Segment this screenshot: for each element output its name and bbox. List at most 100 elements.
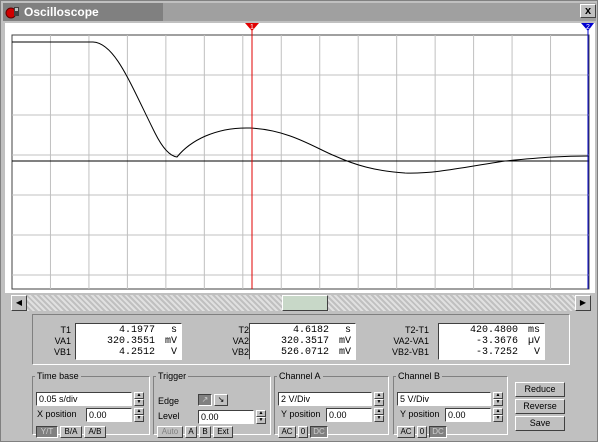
spin-down-icon[interactable]: ▼ [374,399,384,406]
channel-a-ypos-spinner[interactable]: ▲ ▼ [374,408,384,422]
spin-down-icon[interactable]: ▼ [493,399,503,406]
save-button[interactable]: Save [515,416,565,431]
label-va2: VA2 [232,336,249,346]
value-va2-va1: -3.3676 [475,336,518,347]
mode-ba-button[interactable]: B/A [60,426,82,438]
channel-a-ypos-label: Y position [281,409,321,419]
title-bar-right [163,3,596,21]
oscilloscope-app-icon [5,7,19,19]
readout-diff-labels: T2-T1 VA2-VA1 VB2-VB1 [379,325,429,358]
spin-up-icon[interactable]: ▲ [374,392,384,399]
trigger-level-field[interactable]: 0.00 [198,410,254,424]
unit-vb2: mV [338,347,351,358]
title-bar[interactable]: Oscilloscope x [3,3,596,21]
scroll-left-icon[interactable]: ◀ [11,295,27,311]
cursor-1-label: 1 [250,24,254,31]
trigger-level-spinner[interactable]: ▲ ▼ [256,410,266,424]
label-vb1: VB1 [53,347,71,357]
unit-va1: mV [164,336,177,347]
label-vb2-vb1: VB2-VB1 [391,347,429,357]
value-va1: 320.3551 [106,336,155,347]
readout-t2-labels: T2 VA2 VB2 [211,325,249,358]
trigger-group: Trigger Edge ↗ ↘ Level 0.00 ▲ ▼ Auto A B … [153,371,271,438]
channel-a-ypos-field[interactable]: 0.00 [326,408,372,422]
channel-a-scale-spinner[interactable]: ▲ ▼ [374,392,384,406]
time-scrollbar[interactable]: ◀ ▶ [11,295,591,311]
timebase-legend: Time base [37,371,79,381]
cursor-2-label: 2 [586,24,590,31]
value-t2-t1: 420.4800 [469,325,518,336]
value-t2: 4.6182 [292,325,329,336]
readout-diff-values: 420.4800 ms -3.3676 µV -3.7252 V [438,323,545,360]
channel-b-scale-field[interactable]: 5 V/Div [397,392,491,406]
timebase-group: Time base 0.05 s/div ▲ ▼ X position 0.00 … [32,371,150,438]
spin-down-icon[interactable]: ▼ [493,415,503,422]
xposition-spinner[interactable]: ▲ ▼ [134,408,144,422]
channel-b-group: Channel B 5 V/Div ▲ ▼ Y position 0.00 ▲ ▼ … [393,371,508,438]
reverse-button[interactable]: Reverse [515,399,565,414]
scroll-thumb[interactable] [282,295,328,311]
label-t2: T2 [238,325,249,335]
spin-up-icon[interactable]: ▲ [493,408,503,415]
mode-ab-button[interactable]: A/B [84,426,106,438]
channel-a-scale-field[interactable]: 2 V/Div [278,392,372,406]
unit-t1: s [170,325,177,336]
channel-a-ac-button[interactable]: AC [278,426,296,438]
edge-label: Edge [158,396,180,406]
edge-falling-icon[interactable]: ↘ [214,394,228,406]
window-title: Oscilloscope [24,5,99,19]
trigger-a-button[interactable]: A [185,426,197,438]
spin-up-icon[interactable]: ▲ [374,408,384,415]
spin-up-icon[interactable]: ▲ [256,410,266,417]
trigger-ext-button[interactable]: Ext [213,426,233,438]
channel-b-ac-button[interactable]: AC [397,426,415,438]
channel-b-dc-button[interactable]: DC [429,426,447,438]
timebase-scale-field[interactable]: 0.05 s/div [36,392,132,406]
screen-frame [11,34,590,290]
unit-vb1: V [170,347,177,358]
channel-a-group: Channel A 2 V/Div ▲ ▼ Y position 0.00 ▲ ▼ … [274,371,389,438]
trigger-auto-button[interactable]: Auto [157,426,183,438]
spin-down-icon[interactable]: ▼ [134,415,144,422]
readout-t2-values: 4.6182 s 320.3517 mV 526.0712 mV [249,323,356,360]
unit-t2: s [344,325,351,336]
control-panel: Time base 0.05 s/div ▲ ▼ X position 0.00 … [32,371,570,438]
scroll-right-icon[interactable]: ▶ [575,295,591,311]
mode-yt-button[interactable]: Y/T [36,426,58,438]
trigger-legend: Trigger [158,371,187,381]
value-va2: 320.3517 [280,336,329,347]
channel-a-zero-button[interactable]: 0 [298,426,308,438]
value-t1: 4.1977 [118,325,155,336]
close-button[interactable]: x [580,4,596,18]
spin-up-icon[interactable]: ▲ [134,408,144,415]
unit-va2: mV [338,336,351,347]
channel-b-zero-button[interactable]: 0 [417,426,427,438]
spin-up-icon[interactable]: ▲ [134,392,144,399]
xposition-field[interactable]: 0.00 [86,408,132,422]
channel-a-dc-button[interactable]: DC [310,426,328,438]
channel-b-ypos-field[interactable]: 0.00 [445,408,491,422]
spin-down-icon[interactable]: ▼ [134,399,144,406]
channel-a-legend: Channel A [279,371,321,381]
cursor-readout-panel: T1 VA1 VB1 4.1977 s 320.3551 mV 4.2512 V T2… [32,314,570,365]
label-va2-va1: VA2-VA1 [393,336,429,346]
channel-b-legend: Channel B [398,371,441,381]
channel-b-ypos-spinner[interactable]: ▲ ▼ [493,408,503,422]
trigger-b-button[interactable]: B [199,426,211,438]
readout-t1-values: 4.1977 s 320.3551 mV 4.2512 V [75,323,182,360]
spin-up-icon[interactable]: ▲ [493,392,503,399]
scope-display[interactable]: 1 2 [5,23,595,293]
spin-down-icon[interactable]: ▼ [374,415,384,422]
value-vb1: 4.2512 [118,347,155,358]
spin-down-icon[interactable]: ▼ [256,417,266,424]
edge-rising-icon[interactable]: ↗ [198,394,212,406]
unit-va2-va1: µV [527,336,540,347]
timebase-scale-spinner[interactable]: ▲ ▼ [134,392,144,406]
channel-b-scale-spinner[interactable]: ▲ ▼ [493,392,503,406]
unit-t2-t1: ms [527,325,540,336]
label-t2-t1: T2-T1 [404,325,429,335]
label-t1: T1 [60,325,71,335]
value-vb2: 526.0712 [280,347,329,358]
oscilloscope-window: Oscilloscope x 1 2 ◀ ▶ T1 V A 1 VB1 4.1977… [0,0,598,442]
reduce-button[interactable]: Reduce [515,382,565,397]
